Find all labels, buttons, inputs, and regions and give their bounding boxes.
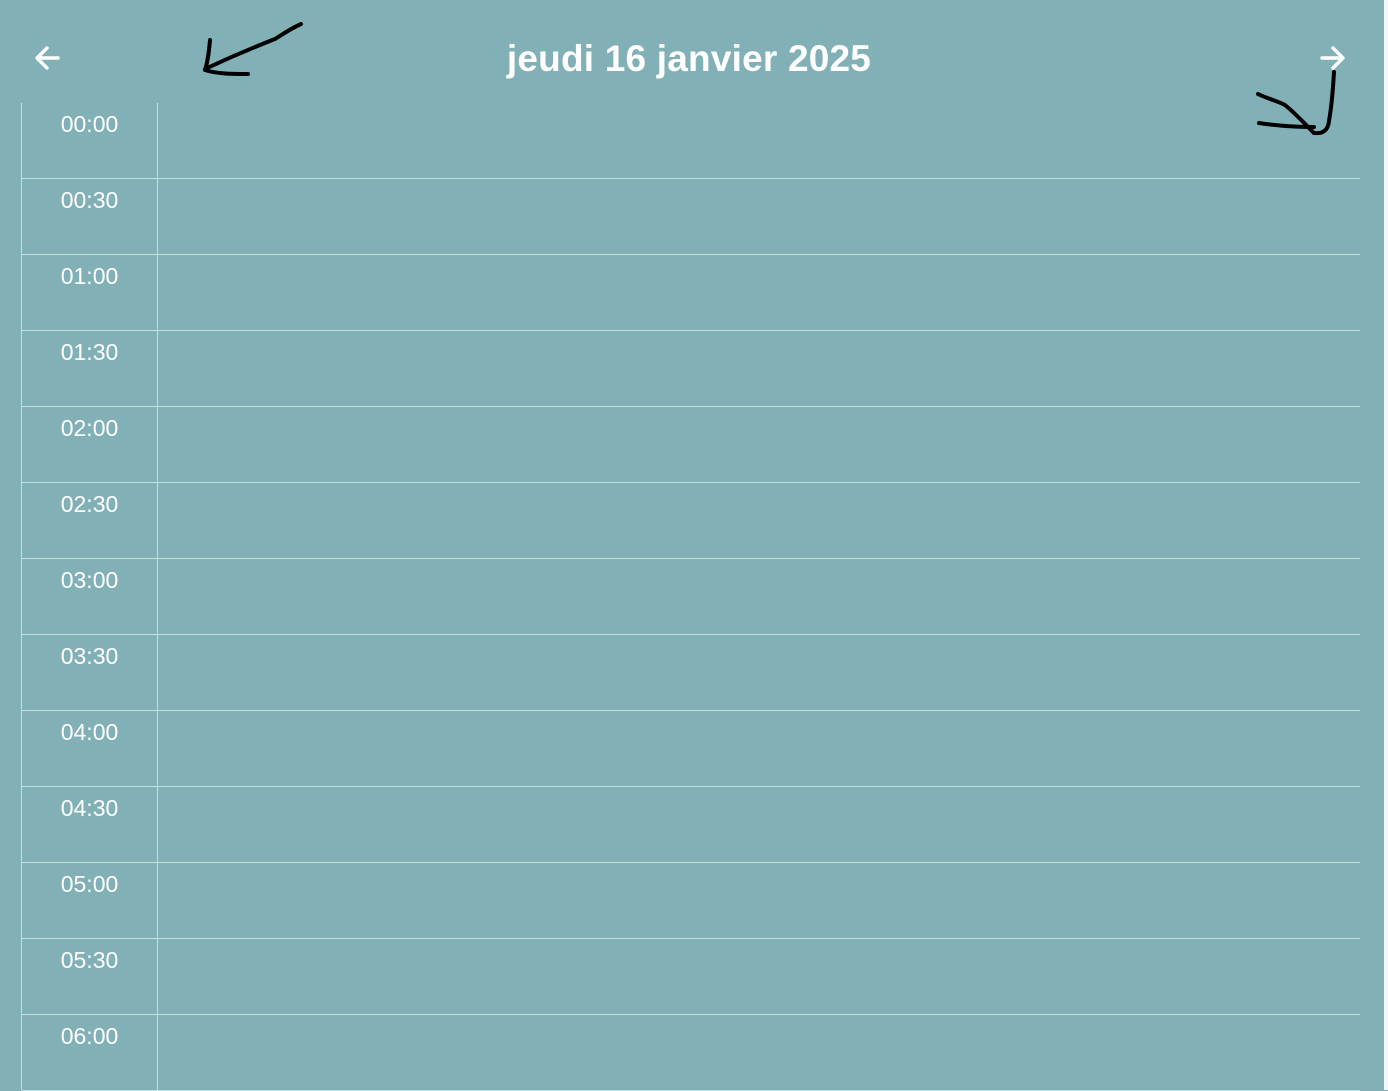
page-right-edge xyxy=(1384,0,1388,1090)
time-slot-cell[interactable] xyxy=(158,863,1360,938)
time-slot-cell[interactable] xyxy=(158,939,1360,1014)
time-slot-row: 00:30 xyxy=(22,179,1360,255)
time-slot-label: 03:00 xyxy=(60,567,119,593)
time-slot-row: 05:30 xyxy=(22,939,1360,1015)
time-slot-label: 00:30 xyxy=(60,187,119,213)
time-slot-label: 03:30 xyxy=(60,643,119,669)
time-slot-label: 04:30 xyxy=(60,795,119,821)
time-slot-row: 02:00 xyxy=(22,407,1360,483)
current-date-title: jeudi 16 janvier 2025 xyxy=(506,38,872,79)
time-slot-label: 02:30 xyxy=(60,491,119,517)
calendar-header: jeudi 16 janvier 2025 xyxy=(0,0,1384,103)
time-slot-cell[interactable] xyxy=(158,103,1360,178)
time-slot-row: 03:00 xyxy=(22,559,1360,635)
time-slot-row: 04:00 xyxy=(22,711,1360,787)
time-slot-label: 05:30 xyxy=(60,947,119,973)
time-slot-cell[interactable] xyxy=(158,559,1360,634)
time-slot-label: 05:00 xyxy=(60,871,119,897)
time-slot-cell[interactable] xyxy=(158,179,1360,254)
time-slot-row: 02:30 xyxy=(22,483,1360,559)
time-slot-cell[interactable] xyxy=(158,787,1360,862)
arrow-right-icon xyxy=(1320,46,1345,70)
time-slot-label: 00:00 xyxy=(60,111,119,137)
time-slot-cell[interactable] xyxy=(158,255,1360,330)
time-slot-cell[interactable] xyxy=(158,407,1360,482)
time-slot-row: 04:30 xyxy=(22,787,1360,863)
time-slot-row: 00:00 xyxy=(22,103,1360,179)
day-time-grid: 00:00 00:30 01:00 01:30 02:00 02:30 03:00 03:30… xyxy=(21,103,1360,1091)
next-day-button[interactable] xyxy=(1315,40,1351,76)
time-slot-cell[interactable] xyxy=(158,635,1360,710)
time-slot-cell[interactable] xyxy=(158,1015,1360,1090)
time-slot-label: 04:00 xyxy=(60,719,119,745)
time-slot-label: 02:00 xyxy=(60,415,119,441)
time-slot-row: 03:30 xyxy=(22,635,1360,711)
time-slot-cell[interactable] xyxy=(158,483,1360,558)
time-slot-cell[interactable] xyxy=(158,711,1360,786)
time-slot-label: 06:00 xyxy=(60,1023,119,1049)
time-slot-cell[interactable] xyxy=(158,331,1360,406)
time-slot-row: 06:00 xyxy=(22,1015,1360,1091)
time-slot-label: 01:30 xyxy=(60,339,119,365)
time-slot-row: 01:00 xyxy=(22,255,1360,331)
time-slot-row: 01:30 xyxy=(22,331,1360,407)
time-slot-label: 01:00 xyxy=(60,263,119,289)
time-slot-row: 05:00 xyxy=(22,863,1360,939)
